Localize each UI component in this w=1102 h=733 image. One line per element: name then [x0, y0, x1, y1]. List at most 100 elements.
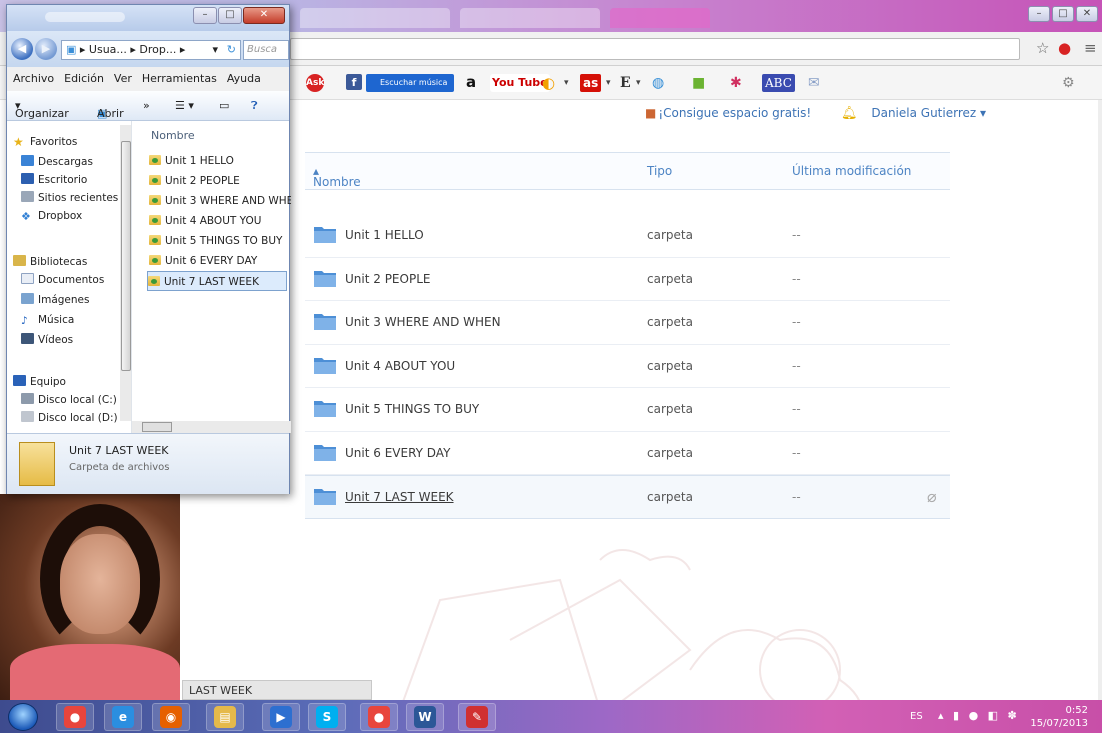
forward-arrow-icon[interactable]: ▶ [35, 38, 57, 60]
close-icon[interactable]: ✕ [1076, 6, 1098, 22]
explorer-titlebar[interactable]: – □ ✕ [7, 5, 289, 31]
type-column-header[interactable]: Tipo [647, 164, 672, 178]
minimize-icon[interactable]: – [193, 7, 217, 24]
taskbar-app-button[interactable]: ◉ [152, 703, 190, 731]
ask-button[interactable]: Ask [306, 74, 324, 92]
mail-icon[interactable]: ✉ [808, 74, 820, 92]
facebook-button[interactable]: f [346, 74, 362, 90]
row-name[interactable]: Unit 7 LAST WEEK [345, 490, 454, 504]
clock[interactable]: 0:52 15/07/2013 [1030, 704, 1088, 730]
tray-icons[interactable]: ▴ ▮ ● ◧ ✽ [938, 709, 1020, 722]
user-menu[interactable]: Daniela Gutierrez ▾ [871, 106, 986, 120]
nav-item-documentos[interactable]: Documentos [21, 271, 104, 289]
file-item[interactable]: Unit 1 HELLO [149, 151, 289, 171]
youtube-button[interactable]: You Tube [490, 74, 550, 92]
spellcheck-button[interactable]: ABC [762, 74, 795, 92]
star-icon[interactable]: ☆ [1036, 39, 1049, 57]
bell-icon[interactable]: 🔔︎ [841, 106, 858, 121]
browser-scrollbar[interactable] [1098, 100, 1102, 700]
nav-favorites[interactable]: ★ Favoritos [13, 133, 77, 151]
minimize-icon[interactable]: – [1028, 6, 1050, 22]
taskbar-app-button[interactable]: e [104, 703, 142, 731]
file-item[interactable]: Unit 6 EVERY DAY [149, 251, 289, 271]
nav-item-escritorio[interactable]: Escritorio [21, 171, 87, 189]
taskbar-app-button[interactable]: ✎ [458, 703, 496, 731]
close-icon[interactable]: ✕ [243, 7, 285, 24]
table-row[interactable]: Unit 1 HELLO carpeta -- [305, 214, 950, 258]
menu-ayuda[interactable]: Ayuda [227, 72, 261, 91]
nav-vertical-scrollbar[interactable] [120, 125, 131, 421]
menu-archivo[interactable]: Archivo [13, 72, 54, 91]
view-options-icon[interactable]: ☰ ▾ [175, 99, 194, 112]
games-icon[interactable]: ✱ [730, 74, 742, 92]
name-column-header[interactable]: Nombre [133, 121, 291, 147]
amazon-button[interactable]: a [466, 74, 476, 92]
menu-ver[interactable]: Ver [114, 72, 132, 91]
gear-icon[interactable]: ⚙ [1062, 74, 1075, 92]
nav-item-imagenes[interactable]: Imágenes [21, 291, 89, 309]
menu-edicion[interactable]: Edición [64, 72, 104, 91]
maximize-icon[interactable]: □ [218, 7, 242, 24]
browser-tab[interactable] [300, 8, 450, 28]
preview-pane-icon[interactable]: ▭ [219, 99, 229, 112]
taskbar-app-button[interactable]: ● [360, 703, 398, 731]
nav-computer[interactable]: Equipo [13, 373, 66, 391]
row-name[interactable]: Unit 5 THINGS TO BUY [345, 402, 479, 416]
nav-item-musica[interactable]: ♪ Música [21, 311, 74, 329]
dropdown-icon[interactable]: ▾ [636, 74, 641, 92]
url-input[interactable] [290, 38, 1020, 60]
music-button[interactable]: Escuchar música [366, 74, 454, 92]
table-row[interactable]: Unit 4 ABOUT YOU carpeta -- [305, 345, 950, 388]
dropdown-icon[interactable]: ▾ [564, 74, 569, 92]
taskbar-app-button[interactable]: S [308, 703, 346, 731]
taskbar-app-button[interactable]: W [406, 703, 444, 731]
table-row[interactable]: Unit 3 WHERE AND WHEN carpeta -- [305, 301, 950, 345]
menu-icon[interactable]: ≡ [1084, 39, 1097, 57]
nav-item-descargas[interactable]: Descargas [21, 153, 93, 171]
breadcrumb-item[interactable]: Drop... [139, 43, 176, 56]
ask-toolbar-icon[interactable]: ● [1058, 39, 1071, 57]
more-commands-icon[interactable]: » [143, 99, 150, 112]
nav-item-dropbox[interactable]: ❖ Dropbox [21, 207, 82, 225]
file-item[interactable]: Unit 3 WHERE AND WHEN [149, 191, 291, 211]
lastfm-button[interactable]: as [580, 74, 602, 92]
organize-button[interactable]: Organizar ▾ [15, 99, 69, 120]
nav-libraries[interactable]: Bibliotecas [13, 253, 87, 271]
sort-by-name-header[interactable]: Nombre ▴ [313, 164, 361, 189]
nav-item-disco-c[interactable]: Disco local (C:) [21, 391, 117, 409]
taskbar-app-button[interactable]: ▶ [262, 703, 300, 731]
back-arrow-icon[interactable]: ◀ [11, 38, 33, 60]
nav-item-videos[interactable]: Vídeos [21, 331, 73, 349]
share-link-icon[interactable]: ⌀ [927, 487, 937, 506]
e-button[interactable]: E [620, 74, 631, 92]
globe-icon[interactable]: ◍ [652, 74, 664, 92]
browser-tab[interactable] [460, 8, 600, 28]
breadcrumb-item[interactable]: Usua... [89, 43, 127, 56]
file-item[interactable]: Unit 5 THINGS TO BUY [149, 231, 289, 251]
get-free-space-link[interactable]: ¡Consigue espacio gratis! [658, 106, 811, 120]
taskbar-app-button[interactable]: ● [56, 703, 94, 731]
nav-item-disco-d[interactable]: Disco local (D:) [21, 409, 118, 427]
file-item[interactable]: Unit 4 ABOUT YOU [149, 211, 289, 231]
search-input[interactable]: Busca [243, 40, 289, 60]
start-button[interactable] [8, 703, 38, 731]
table-row[interactable]: Unit 7 LAST WEEK carpeta -- ⌀ [305, 475, 950, 519]
row-name[interactable]: Unit 3 WHERE AND WHEN [345, 315, 501, 329]
row-name[interactable]: Unit 2 PEOPLE [345, 272, 430, 286]
scrollbar-thumb[interactable] [121, 141, 131, 371]
refresh-icon[interactable]: ↻ [227, 41, 236, 59]
scrollbar-thumb[interactable] [142, 422, 172, 432]
dropdown-icon[interactable]: ▾ [606, 74, 611, 92]
file-item[interactable]: Unit 2 PEOPLE [149, 171, 289, 191]
help-icon[interactable]: ❓︎ [251, 99, 258, 113]
table-row[interactable]: Unit 2 PEOPLE carpeta -- [305, 258, 950, 301]
row-name[interactable]: Unit 6 EVERY DAY [345, 446, 450, 460]
breadcrumb[interactable]: ▣ ▸ Usua... ▸ Drop... ▸ ▾ ↻ [61, 40, 241, 60]
table-row[interactable]: Unit 5 THINGS TO BUY carpeta -- [305, 388, 950, 432]
horizontal-scrollbar[interactable] [132, 421, 291, 433]
row-name[interactable]: Unit 1 HELLO [345, 228, 424, 242]
menu-herramientas[interactable]: Herramientas [142, 72, 217, 91]
modified-column-header[interactable]: Última modificación [792, 164, 911, 178]
browser-tab-active[interactable] [610, 8, 710, 28]
table-row[interactable]: Unit 6 EVERY DAY carpeta -- [305, 432, 950, 475]
